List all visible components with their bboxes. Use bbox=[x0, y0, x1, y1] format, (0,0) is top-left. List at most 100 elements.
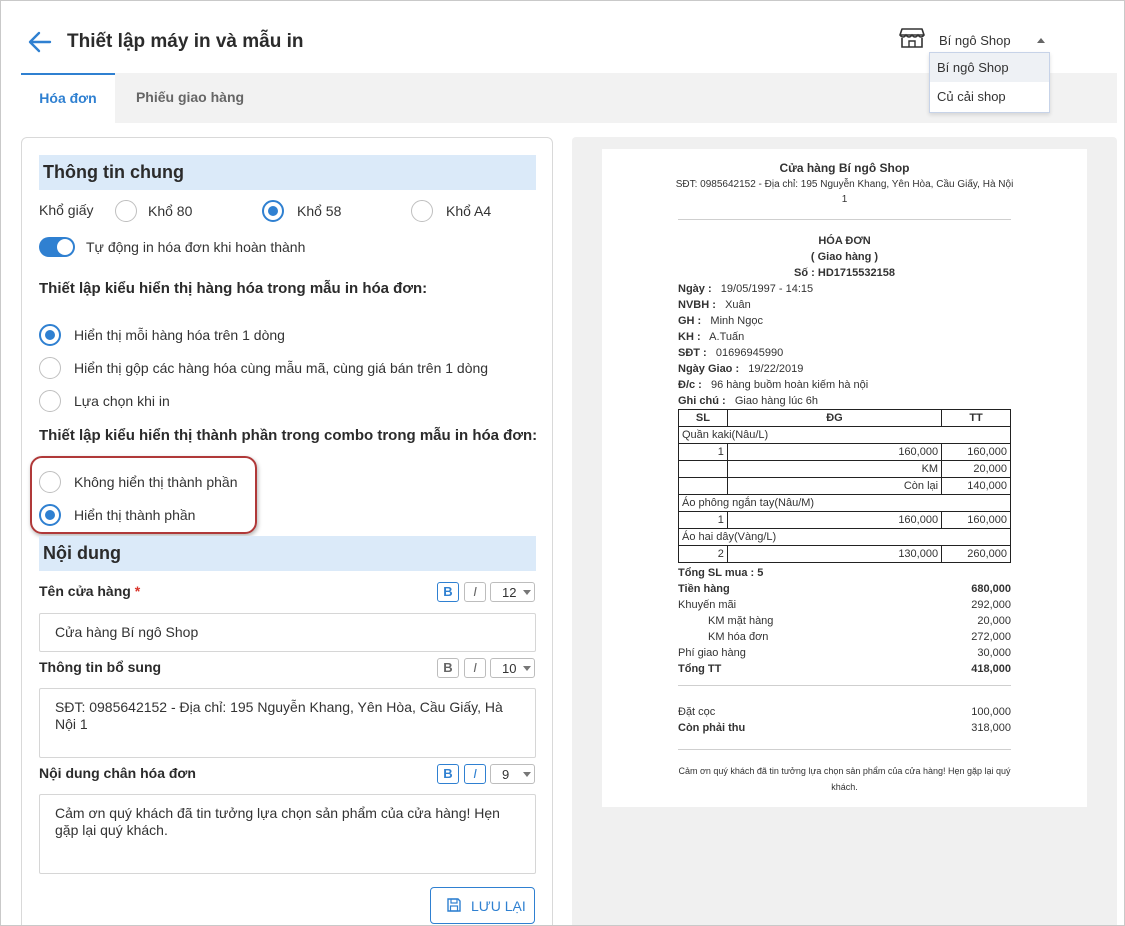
preview-store-info-2: 1 bbox=[841, 194, 848, 205]
store-name-label: Tên cửa hàng * bbox=[39, 583, 140, 599]
summary-value: 20,000 bbox=[977, 615, 1011, 627]
item-remain: 140,000 bbox=[941, 477, 1011, 495]
save-icon bbox=[447, 898, 461, 912]
settings-panel: Thông tin chung Khổ giấy Khổ 80 Khổ 58 K… bbox=[21, 137, 553, 925]
summary-label: Tiền hàng bbox=[678, 583, 730, 595]
col-header-sl: SL bbox=[678, 409, 728, 427]
shop-select[interactable]: Bí ngô Shop bbox=[931, 29, 1051, 53]
preview-field-date: Ngày : 19/05/1997 - 14:15 bbox=[678, 283, 813, 295]
field-value: Xuân bbox=[725, 299, 751, 311]
item-name: Quần kaki(Nâu/L) bbox=[678, 426, 1011, 444]
field-label: Ghi chú : bbox=[678, 395, 726, 407]
item-price: 130,000 bbox=[726, 545, 943, 563]
item-qty: 1 bbox=[678, 443, 728, 461]
preview-store-name: Cửa hàng Bí ngô Shop bbox=[779, 161, 910, 175]
caret-down-icon bbox=[523, 772, 531, 777]
field-label: GH : bbox=[678, 315, 702, 327]
shop-option-cu-cai[interactable]: Củ cải shop bbox=[930, 82, 1049, 111]
item-total: 160,000 bbox=[941, 443, 1011, 461]
radio-combo-show[interactable] bbox=[39, 504, 61, 526]
extra-info-italic-button[interactable]: I bbox=[464, 658, 486, 678]
item-name: Áo hai dây(Vàng/L) bbox=[678, 528, 1011, 546]
tab-hoa-don[interactable]: Hóa đơn bbox=[21, 73, 115, 123]
caret-down-icon bbox=[523, 666, 531, 671]
field-label: Ngày : bbox=[678, 283, 712, 295]
summary-label: KM hóa đơn bbox=[708, 631, 769, 643]
store-name-italic-button[interactable]: I bbox=[464, 582, 486, 602]
paper-size-label: Khổ giấy bbox=[39, 202, 94, 218]
radio-combo-hide[interactable] bbox=[39, 471, 61, 493]
summary-value: 680,000 bbox=[971, 583, 1011, 595]
radio-combo-show-label: Hiển thị thành phần bbox=[74, 507, 196, 523]
radio-goods-choose[interactable] bbox=[39, 390, 61, 412]
store-name-size-select[interactable]: 12 bbox=[490, 582, 535, 602]
caret-down-icon bbox=[523, 590, 531, 595]
radio-kho-58-label: Khổ 58 bbox=[297, 203, 342, 219]
table-row: KM 20,000 bbox=[678, 460, 1011, 478]
radio-goods-one-line-label: Hiển thị mỗi hàng hóa trên 1 dòng bbox=[74, 327, 285, 343]
divider bbox=[678, 749, 1011, 750]
table-row: 1 160,000 160,000 bbox=[678, 443, 1011, 461]
field-value: Giao hàng lúc 6h bbox=[734, 395, 819, 407]
field-value: 01696945990 bbox=[715, 347, 784, 359]
preview-total-qty: Tổng SL mua : 5 bbox=[678, 567, 764, 579]
field-label: KH : bbox=[678, 331, 701, 343]
radio-goods-merge[interactable] bbox=[39, 357, 61, 379]
divider bbox=[678, 219, 1011, 220]
save-button[interactable]: LƯU LẠI bbox=[430, 887, 535, 924]
field-label: NVBH : bbox=[678, 299, 716, 311]
field-label: SĐT : bbox=[678, 347, 707, 359]
radio-kho-80[interactable] bbox=[115, 200, 137, 222]
preview-field-note: Ghi chú : Giao hàng lúc 6h bbox=[678, 395, 818, 407]
field-value: 96 hàng buồm hoàn kiếm hà nội bbox=[711, 379, 869, 391]
remaining-value: 318,000 bbox=[971, 722, 1011, 734]
footer-size-value: 9 bbox=[502, 767, 510, 782]
extra-info-textarea[interactable]: SĐT: 0985642152 - Địa chỉ: 195 Nguyễn Kh… bbox=[39, 688, 536, 758]
field-value: Minh Ngọc bbox=[710, 315, 763, 327]
item-total: 160,000 bbox=[941, 511, 1011, 529]
radio-goods-one-line[interactable] bbox=[39, 324, 61, 346]
item-promo-label: KM bbox=[726, 460, 943, 478]
radio-kho-58[interactable] bbox=[262, 200, 284, 222]
app-frame: Thiết lập máy in và mẫu in Bí ngô Shop B… bbox=[0, 0, 1125, 926]
shop-option-bi-ngo[interactable]: Bí ngô Shop bbox=[930, 53, 1049, 82]
field-value: A.Tuấn bbox=[709, 331, 745, 343]
radio-kho-80-label: Khổ 80 bbox=[148, 203, 193, 219]
footer-italic-button[interactable]: I bbox=[464, 764, 486, 784]
field-label: Ngày Giao : bbox=[678, 363, 740, 375]
item-price: 160,000 bbox=[726, 511, 943, 529]
table-row: Áo phông ngắn tay(Nâu/M) bbox=[678, 494, 1011, 512]
preview-doc-title: HÓA ĐƠN bbox=[818, 235, 871, 247]
divider bbox=[678, 685, 1011, 686]
footer-textarea[interactable]: Cảm ơn quý khách đã tin tưởng lựa chọn s… bbox=[39, 794, 536, 874]
invoice-preview: Cửa hàng Bí ngô Shop SĐT: 0985642152 - Đ… bbox=[602, 149, 1087, 807]
extra-info-label: Thông tin bổ sung bbox=[39, 659, 162, 675]
table-row: 2 130,000 260,000 bbox=[678, 545, 1011, 563]
preview-footer-2: khách. bbox=[831, 782, 858, 792]
item-qty: 2 bbox=[678, 545, 728, 563]
arrow-left-icon[interactable] bbox=[27, 29, 53, 55]
table-row: Còn lại 140,000 bbox=[678, 477, 1011, 495]
store-name-label-text: Tên cửa hàng bbox=[39, 583, 131, 599]
section-content-title: Nội dung bbox=[39, 536, 536, 571]
deposit-label: Đặt cọc bbox=[678, 706, 716, 718]
radio-kho-a4[interactable] bbox=[411, 200, 433, 222]
preview-field-address: Đ/c : 96 hàng buồm hoàn kiếm hà nội bbox=[678, 379, 868, 391]
summary-value: 30,000 bbox=[977, 647, 1011, 659]
auto-print-toggle[interactable] bbox=[39, 237, 75, 257]
extra-info-size-select[interactable]: 10 bbox=[490, 658, 535, 678]
store-name-bold-button[interactable]: B bbox=[437, 582, 459, 602]
auto-print-label: Tự động in hóa đơn khi hoàn thành bbox=[86, 239, 306, 255]
tab-phieu-giao-hang[interactable]: Phiếu giao hàng bbox=[125, 73, 255, 123]
table-row: Áo hai dây(Vàng/L) bbox=[678, 528, 1011, 546]
preview-store-info: SĐT: 0985642152 - Địa chỉ: 195 Nguyễn Kh… bbox=[675, 179, 1014, 190]
preview-footer: Cảm ơn quý khách đã tin tưởng lựa chọn s… bbox=[678, 766, 1011, 776]
footer-bold-button[interactable]: B bbox=[437, 764, 459, 784]
store-name-input[interactable]: Cửa hàng Bí ngô Shop bbox=[39, 613, 536, 652]
extra-info-bold-button[interactable]: B bbox=[437, 658, 459, 678]
field-label: Đ/c : bbox=[678, 379, 702, 391]
item-empty-cell bbox=[678, 460, 728, 478]
remaining-label: Còn phải thu bbox=[678, 722, 746, 734]
footer-size-select[interactable]: 9 bbox=[490, 764, 535, 784]
col-header-dg: ĐG bbox=[726, 409, 943, 427]
